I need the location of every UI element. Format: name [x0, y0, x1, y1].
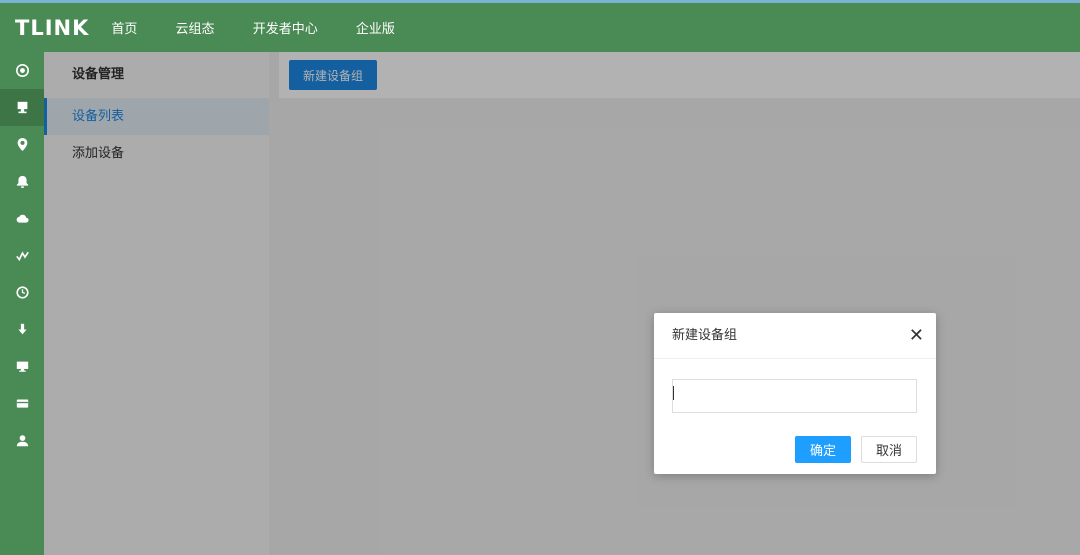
modal-overlay[interactable]	[44, 52, 1080, 555]
data-trend-icon[interactable]	[0, 237, 44, 274]
dialog-header: 新建设备组 ✕	[654, 313, 936, 359]
nav-enterprise[interactable]: 企业版	[356, 18, 395, 37]
screen-icon[interactable]	[0, 348, 44, 385]
group-name-field-wrapper	[672, 379, 917, 413]
overview-icon[interactable]	[0, 52, 44, 89]
confirm-button[interactable]: 确定	[795, 436, 851, 463]
close-icon[interactable]: ✕	[909, 313, 924, 359]
history-icon[interactable]	[0, 274, 44, 311]
logo[interactable]: TLINK	[15, 16, 89, 40]
download-icon[interactable]	[0, 311, 44, 348]
top-nav: 首页 云组态 开发者中心 企业版	[111, 18, 428, 37]
card-icon[interactable]	[0, 385, 44, 422]
cloud-icon[interactable]	[0, 200, 44, 237]
group-name-input[interactable]	[673, 380, 916, 412]
cancel-button[interactable]: 取消	[861, 436, 917, 463]
device-icon[interactable]	[0, 89, 44, 126]
top-bar: TLINK 首页 云组态 开发者中心 企业版	[0, 0, 1080, 52]
nav-home[interactable]: 首页	[111, 18, 137, 37]
new-group-dialog: 新建设备组 ✕ 确定 取消	[654, 313, 936, 474]
nav-developer-center[interactable]: 开发者中心	[253, 18, 318, 37]
icon-sidebar	[0, 52, 44, 555]
nav-cloud-config[interactable]: 云组态	[176, 18, 215, 37]
user-icon[interactable]	[0, 422, 44, 459]
dialog-title: 新建设备组	[672, 328, 738, 343]
location-icon[interactable]	[0, 126, 44, 163]
text-caret	[673, 386, 674, 400]
alarm-icon[interactable]	[0, 163, 44, 200]
